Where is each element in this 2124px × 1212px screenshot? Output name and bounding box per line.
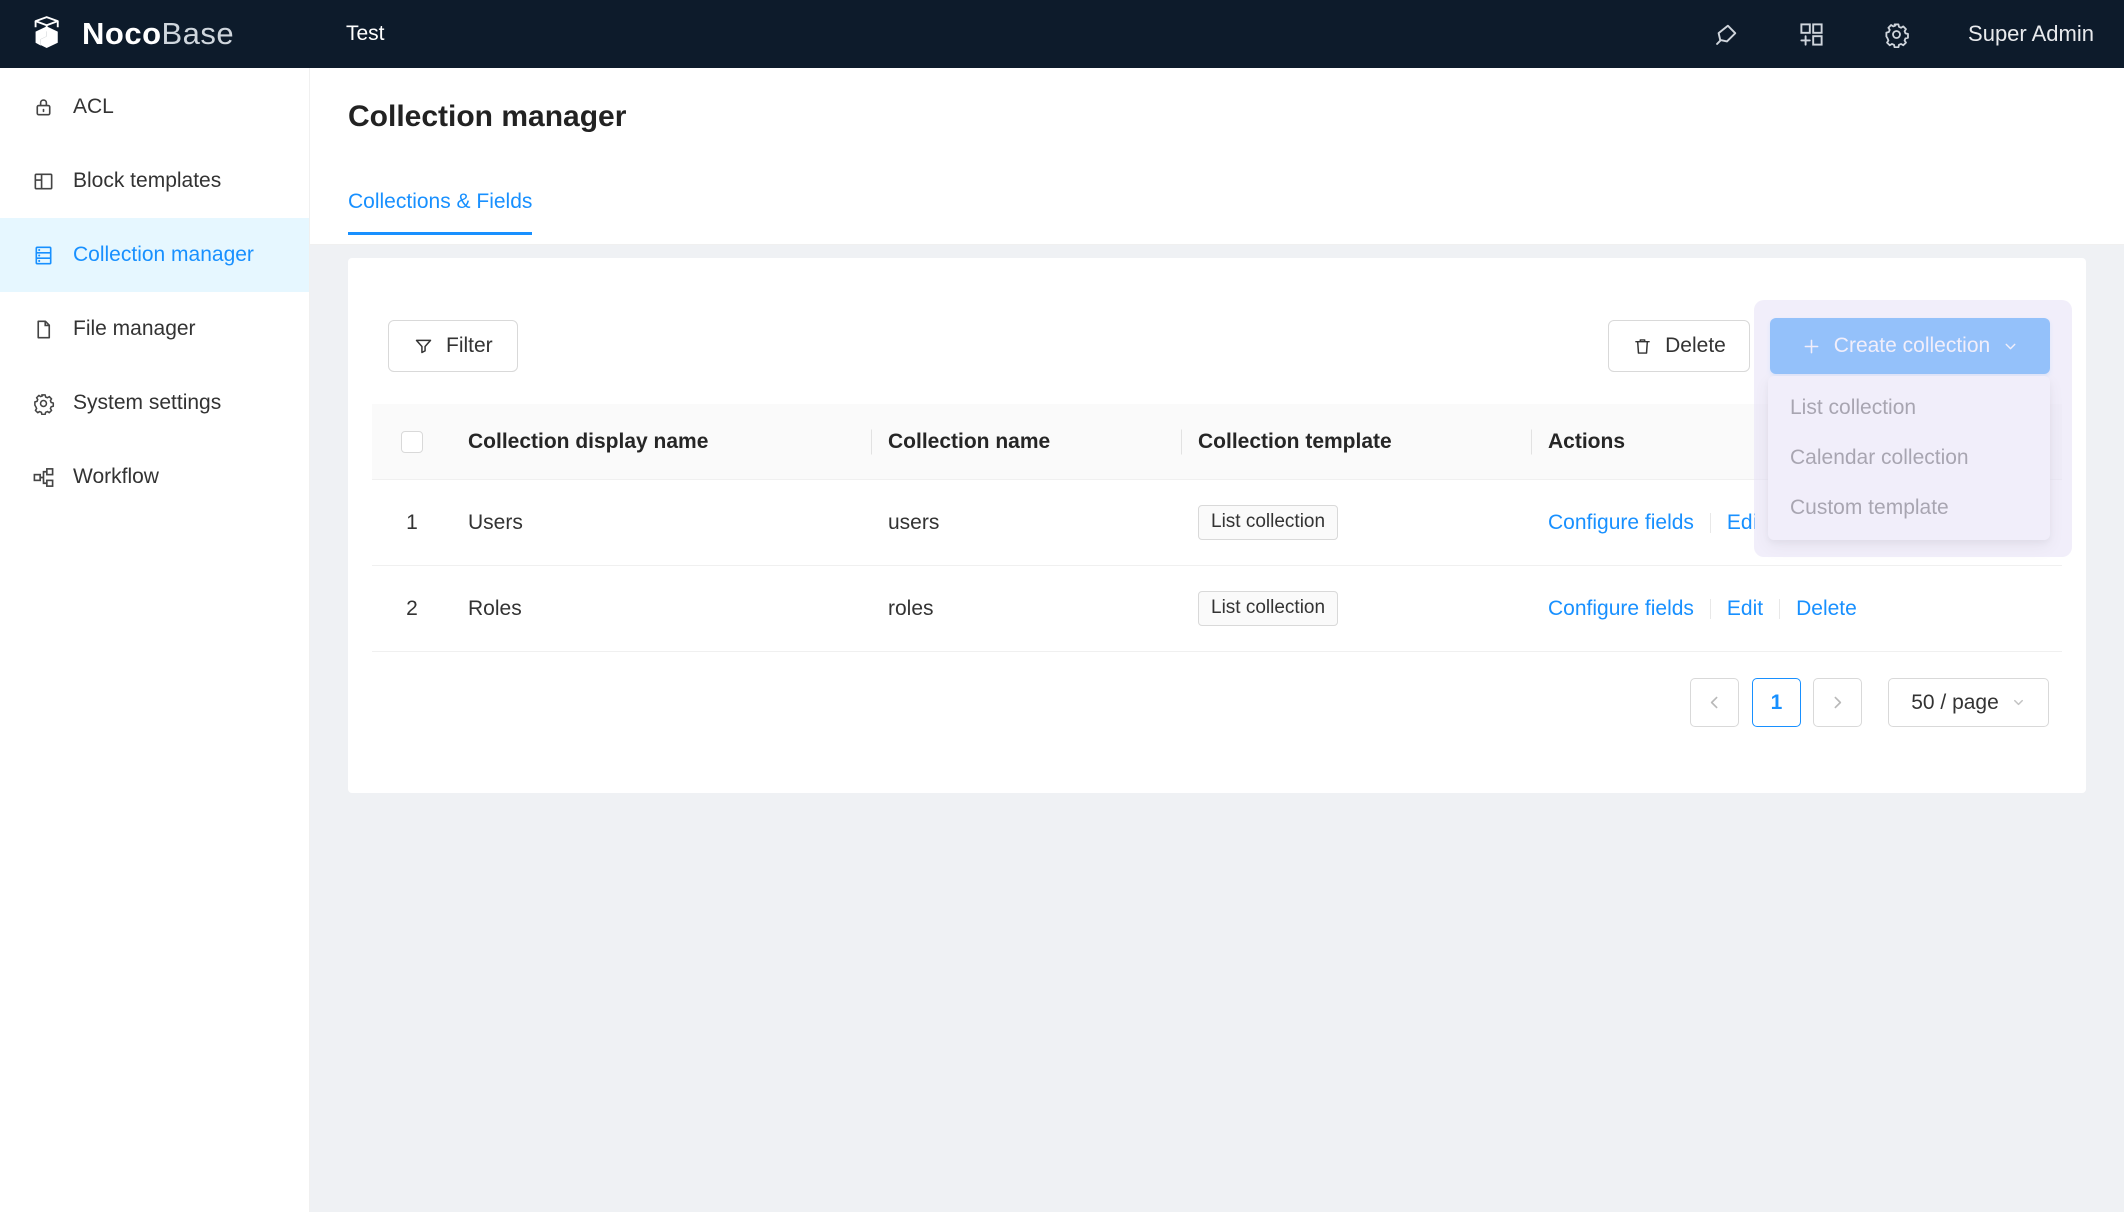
- sidebar-item-label: File manager: [73, 317, 196, 341]
- file-icon: [32, 318, 55, 341]
- sidebar: ACL Block templates Collection manager F…: [0, 68, 310, 1212]
- cell-actions: Configure fields Edit Delete: [1532, 597, 2062, 621]
- chevron-down-icon: [2011, 695, 2026, 710]
- row-index: 2: [372, 597, 452, 621]
- pagination-next-button[interactable]: [1813, 678, 1862, 727]
- sidebar-item-label: Workflow: [73, 465, 159, 489]
- cell-display-name: Users: [452, 511, 872, 535]
- page-size-value: 50 / page: [1911, 691, 1999, 715]
- action-divider: [1779, 599, 1780, 619]
- create-collection-label: Create collection: [1834, 334, 1990, 358]
- configure-fields-link[interactable]: Configure fields: [1548, 511, 1694, 535]
- header-checkbox-cell: [372, 431, 452, 453]
- lock-icon: [32, 96, 55, 119]
- delete-link[interactable]: Delete: [1796, 597, 1857, 621]
- user-menu[interactable]: Super Admin: [1968, 21, 2094, 47]
- sidebar-item-workflow[interactable]: Workflow: [0, 440, 309, 514]
- brand-light: Base: [162, 16, 235, 51]
- template-tag: List collection: [1198, 591, 1338, 626]
- row-index: 1: [372, 511, 452, 535]
- configure-fields-link[interactable]: Configure fields: [1548, 597, 1694, 621]
- chevron-down-icon: [2002, 338, 2019, 355]
- nav-right-group: Super Admin: [1713, 21, 2124, 48]
- collections-card: Filter Delete Create collection List col…: [348, 258, 2086, 793]
- pagination-prev-button[interactable]: [1690, 678, 1739, 727]
- sidebar-item-system-settings[interactable]: System settings: [0, 366, 309, 440]
- menu-item-custom-template[interactable]: Custom template: [1768, 483, 2050, 533]
- sidebar-item-label: Block templates: [73, 169, 221, 193]
- plus-icon: [1801, 336, 1822, 357]
- layout-icon: [32, 170, 55, 193]
- workflow-icon: [32, 466, 55, 489]
- plugin-manager-icon[interactable]: [1798, 21, 1825, 48]
- delete-label: Delete: [1665, 334, 1726, 358]
- sidebar-item-label: ACL: [73, 95, 114, 119]
- cell-display-name: Roles: [452, 597, 872, 621]
- main-content: Collection manager Collections & Fields …: [310, 68, 2124, 1212]
- page-title: Collection manager: [348, 100, 626, 134]
- cell-collection-name: roles: [872, 597, 1182, 621]
- create-collection-button[interactable]: Create collection: [1770, 318, 2050, 374]
- delete-button[interactable]: Delete: [1608, 320, 1750, 372]
- select-all-checkbox[interactable]: [401, 431, 423, 453]
- filter-funnel-icon: [413, 336, 434, 357]
- sidebar-item-collection-manager[interactable]: Collection manager: [0, 218, 309, 292]
- sidebar-item-acl[interactable]: ACL: [0, 70, 309, 144]
- top-navbar: NocoBase Test Super Admin: [0, 0, 2124, 68]
- settings-gear-icon[interactable]: [1883, 21, 1910, 48]
- action-divider: [1710, 599, 1711, 619]
- column-header-collection-name: Collection name: [872, 430, 1182, 454]
- gear-icon: [32, 392, 55, 415]
- pagination-page-1[interactable]: 1: [1752, 678, 1801, 727]
- edit-link[interactable]: Edit: [1727, 597, 1763, 621]
- sidebar-item-label: Collection manager: [73, 243, 254, 267]
- cell-collection-template: List collection: [1182, 505, 1532, 540]
- filter-button[interactable]: Filter: [388, 320, 518, 372]
- ui-editor-highlighter-icon[interactable]: [1713, 21, 1740, 48]
- trash-icon: [1632, 336, 1653, 357]
- cell-collection-template: List collection: [1182, 591, 1532, 626]
- sidebar-item-block-templates[interactable]: Block templates: [0, 144, 309, 218]
- chevron-left-icon: [1706, 694, 1723, 711]
- menu-item-list-collection[interactable]: List collection: [1768, 383, 2050, 433]
- table-row: 2 Roles roles List collection Configure …: [372, 566, 2062, 652]
- page-header: Collection manager Collections & Fields: [310, 68, 2124, 245]
- sidebar-item-label: System settings: [73, 391, 221, 415]
- brand[interactable]: NocoBase: [0, 13, 310, 55]
- edit-link[interactable]: Edit: [1727, 511, 1755, 535]
- chevron-right-icon: [1829, 694, 1846, 711]
- cell-collection-name: users: [872, 511, 1182, 535]
- database-icon: [32, 244, 55, 267]
- nocobase-logo-icon: [28, 13, 70, 55]
- tab-collections-fields[interactable]: Collections & Fields: [348, 190, 532, 235]
- sidebar-item-file-manager[interactable]: File manager: [0, 292, 309, 366]
- nav-menu-item-test[interactable]: Test: [346, 22, 385, 46]
- template-tag: List collection: [1198, 505, 1338, 540]
- create-collection-dropdown: List collection Calendar collection Cust…: [1768, 376, 2050, 540]
- column-header-display-name: Collection display name: [452, 430, 872, 454]
- page-size-select[interactable]: 50 / page: [1888, 678, 2049, 727]
- column-header-collection-template: Collection template: [1182, 430, 1532, 454]
- brand-bold: Noco: [82, 16, 162, 51]
- brand-name: NocoBase: [82, 16, 234, 52]
- filter-label: Filter: [446, 334, 493, 358]
- action-divider: [1710, 513, 1711, 533]
- menu-item-calendar-collection[interactable]: Calendar collection: [1768, 433, 2050, 483]
